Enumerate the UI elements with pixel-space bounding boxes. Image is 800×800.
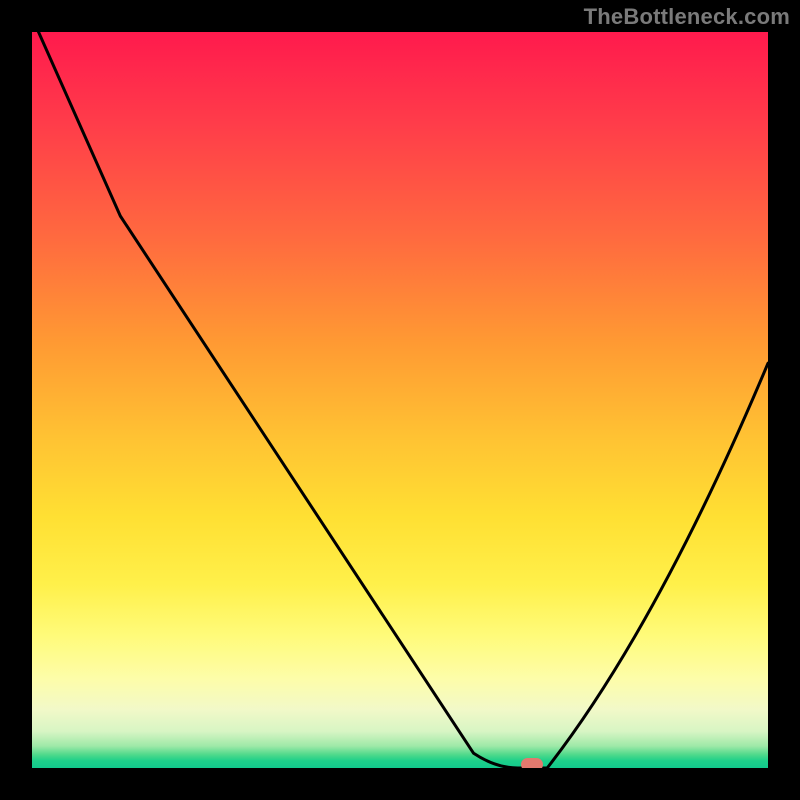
curve-path [32,32,768,768]
plot-area [32,32,768,768]
optimal-point-marker [521,758,543,768]
chart-frame: TheBottleneck.com [0,0,800,800]
bottleneck-curve [32,32,768,768]
attribution-text: TheBottleneck.com [584,4,790,30]
